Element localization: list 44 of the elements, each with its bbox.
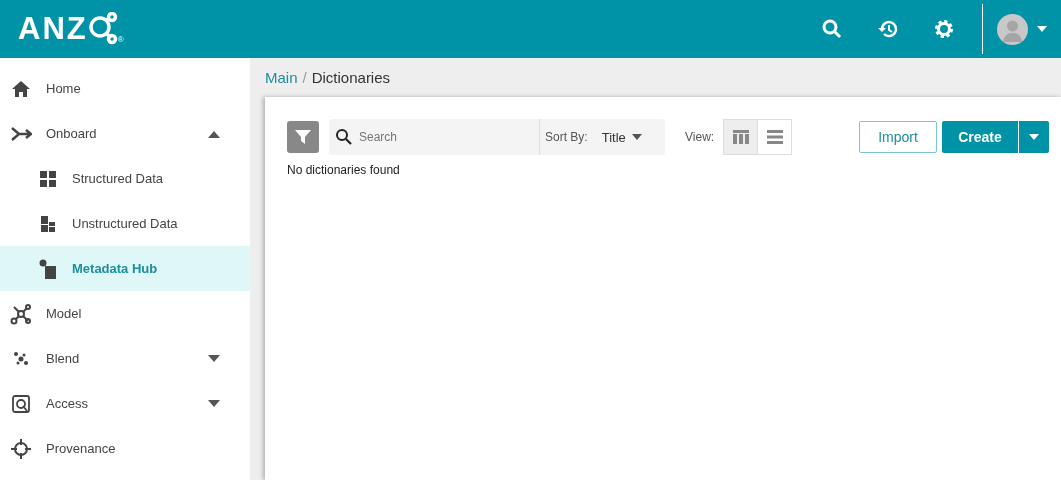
nav-icon	[37, 257, 59, 280]
registered-mark: ®	[117, 35, 124, 44]
empty-message: No dictionaries found	[287, 163, 401, 177]
nav-icon	[10, 302, 32, 325]
sidebar-subitem[interactable]: Structured Data	[0, 156, 250, 201]
logo-ring-icon	[87, 12, 118, 46]
sidebar-item[interactable]: Onboard	[0, 111, 250, 156]
caret-icon	[631, 134, 642, 140]
nav-icon	[10, 437, 32, 460]
nav-icon	[10, 392, 32, 415]
caret-icon[interactable]	[208, 354, 220, 363]
sort-label: Sort By:	[545, 130, 588, 144]
search-field[interactable]: Search	[329, 119, 540, 155]
caret-icon	[1029, 134, 1039, 140]
view-label: View:	[685, 130, 715, 144]
search-icon	[335, 128, 353, 146]
create-dropdown-button[interactable]	[1018, 121, 1049, 153]
filter-icon	[295, 129, 311, 145]
sidebar-subitem[interactable]: Metadata Hub	[0, 246, 250, 291]
sidebar-item[interactable]: Provenance	[0, 426, 250, 471]
sidebar-item[interactable]: Model	[0, 291, 250, 336]
table-view-button[interactable]	[723, 119, 759, 155]
sidebar-item[interactable]: Home	[0, 66, 250, 111]
caret-icon[interactable]	[1037, 26, 1047, 32]
caret-icon[interactable]	[208, 129, 220, 138]
search-input[interactable]: Search	[357, 129, 521, 145]
sort-dropdown[interactable]: Title	[595, 128, 648, 146]
settings-icon[interactable]	[933, 18, 955, 40]
list-view-button[interactable]	[757, 119, 793, 155]
avatar-icon[interactable]	[997, 13, 1028, 45]
table-icon	[732, 130, 749, 144]
breadcrumb-separator: /	[302, 69, 307, 86]
sidebar-item[interactable]: Access	[0, 381, 250, 426]
filter-button[interactable]	[287, 121, 319, 153]
history-icon[interactable]	[877, 18, 899, 40]
sidebar-subitem[interactable]: Unstructured Data	[0, 201, 250, 246]
import-button[interactable]: Import	[859, 121, 937, 153]
caret-icon[interactable]	[208, 399, 220, 408]
logo: ANZ	[18, 11, 88, 47]
list-icon	[766, 130, 783, 144]
search-icon[interactable]	[821, 18, 843, 40]
breadcrumb-current: Dictionaries	[311, 69, 391, 86]
sidebar-item[interactable]: Blend	[0, 336, 250, 381]
create-button[interactable]: Create	[942, 121, 1018, 153]
